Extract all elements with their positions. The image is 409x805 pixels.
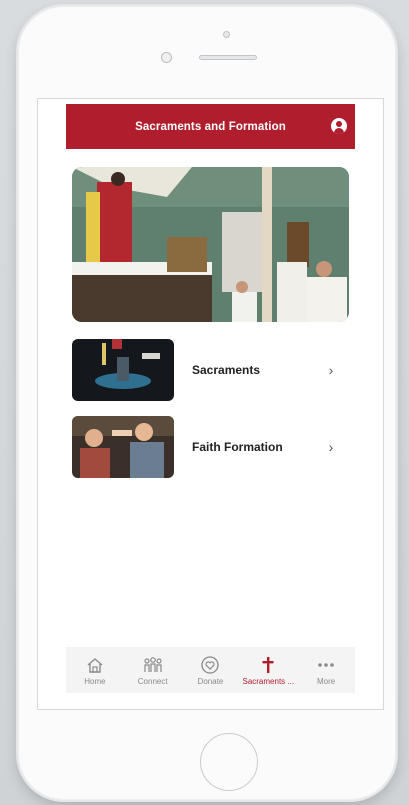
tab-sacraments[interactable]: Sacraments ... xyxy=(240,655,296,686)
tab-more[interactable]: More xyxy=(298,655,354,686)
faith-formation-thumbnail xyxy=(72,416,174,478)
tab-home-label: Home xyxy=(84,676,106,686)
page-title: Sacraments and Formation xyxy=(135,120,286,133)
chevron-right-icon: › xyxy=(328,362,334,378)
tab-more-label: More xyxy=(316,676,336,686)
heart-icon xyxy=(201,655,220,675)
app-screen: Sacraments and Formation Sacraments › Fa… xyxy=(37,98,384,710)
more-dots-icon xyxy=(316,655,336,675)
front-camera xyxy=(161,52,172,63)
bottom-tab-bar: Home Connect Donate Sacraments ... More xyxy=(66,647,355,693)
sacraments-thumbnail xyxy=(72,339,174,401)
hero-image xyxy=(72,167,349,322)
tab-connect-label: Connect xyxy=(137,676,168,686)
chevron-right-icon: › xyxy=(328,439,334,455)
tab-donate[interactable]: Donate xyxy=(182,655,238,686)
list-item-faith-formation[interactable]: Faith Formation › xyxy=(72,416,349,478)
home-icon xyxy=(86,655,104,675)
tab-home[interactable]: Home xyxy=(67,655,123,686)
list-item-sacraments[interactable]: Sacraments › xyxy=(72,339,349,401)
tab-connect[interactable]: Connect xyxy=(125,655,181,686)
earpiece-speaker xyxy=(199,55,257,60)
proximity-sensor xyxy=(223,31,230,38)
sacraments-label: Sacraments xyxy=(192,363,261,377)
home-hardware-button[interactable] xyxy=(200,733,258,791)
tab-sacraments-label: Sacraments ... xyxy=(242,676,295,686)
cross-icon xyxy=(259,655,277,675)
user-circle-icon[interactable] xyxy=(331,118,347,134)
tab-donate-label: Donate xyxy=(197,676,224,686)
people-icon xyxy=(142,655,164,675)
app-header: Sacraments and Formation xyxy=(66,104,355,149)
faith-formation-label: Faith Formation xyxy=(192,440,283,454)
